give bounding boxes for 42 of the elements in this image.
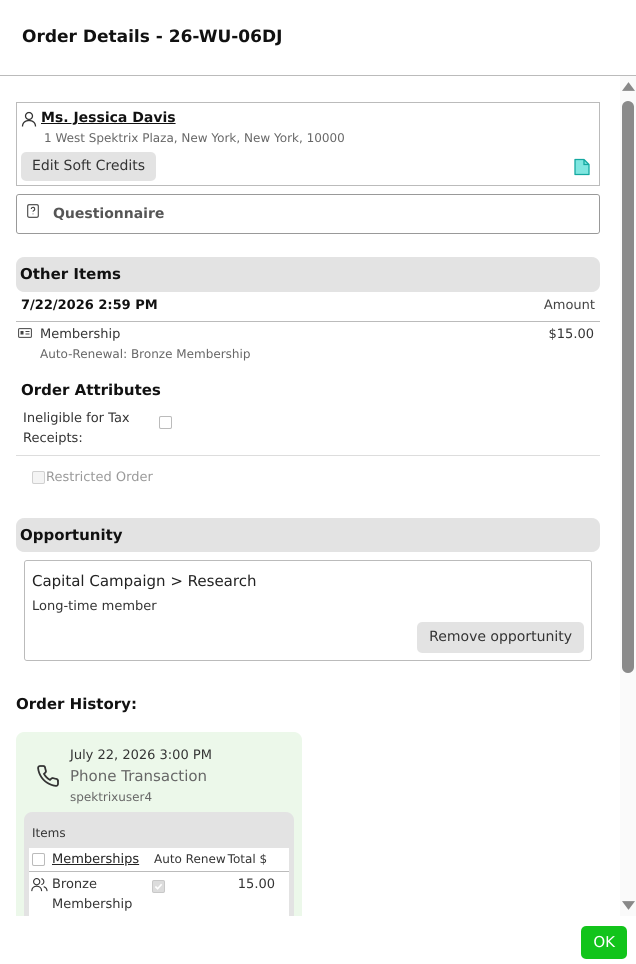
item-name: Membership [40,326,122,344]
opportunity-note: Long-time member [32,598,158,616]
remove-opportunity-button[interactable]: Remove opportunity [417,622,584,653]
item-detail: Auto-Renewal: Bronze Membership [40,346,252,362]
scrollbar-thumb[interactable] [622,101,634,673]
section-header: Opportunity [16,518,600,552]
customer-name-link[interactable]: Ms. Jessica Davis [41,108,176,129]
order-history-heading: Order History: [16,694,138,715]
person-icon [21,110,37,126]
auto-renew-checkbox[interactable] [152,880,165,893]
order-attributes-heading: Order Attributes [20,380,162,400]
column-header: Auto Renew [154,851,226,868]
id-card-icon [18,328,32,338]
history-date: July 22, 2026 3:00 PM [70,746,212,764]
questionnaire-panel[interactable]: Questionnaire [16,194,600,234]
attribute-label: Ineligible for Tax Receipts: [23,410,131,448]
phone-icon [36,764,60,788]
document-icon[interactable] [573,158,591,176]
dialog-title: Order Details - 26-WU-06DJ [22,26,282,49]
membership-total: 15.00 [236,876,276,894]
scrollbar[interactable] [620,76,636,916]
transaction-type: Phone Transaction [70,766,208,787]
opportunity-name: Capital Campaign > Research [32,571,258,592]
restricted-order-label: Restricted Order [46,469,153,487]
edit-soft-credits-button[interactable]: Edit Soft Credits [21,152,156,181]
question-document-icon [27,204,39,218]
customer-address: 1 West Spektrix Plaza, New York, New York, 10000 [43,130,346,147]
questionnaire-label: Questionnaire [53,204,164,224]
attribute-checkbox[interactable] [159,416,172,429]
order-date: 7/22/2026 2:59 PM [21,296,158,314]
items-label: Items [31,824,67,842]
history-user: spektrixuser4 [70,788,154,806]
membership-name: Bronze Membership [52,876,134,914]
select-all-checkbox[interactable] [32,852,45,866]
amount-header: Amount [544,296,595,314]
item-amount: $15.00 [548,326,594,344]
column-header[interactable]: Memberships [52,850,154,869]
section-header: Other Items [16,257,600,292]
people-icon [31,877,48,892]
scroll-down-icon[interactable] [622,901,634,910]
column-header: Total $ [228,851,268,868]
scroll-up-icon[interactable] [622,82,634,91]
